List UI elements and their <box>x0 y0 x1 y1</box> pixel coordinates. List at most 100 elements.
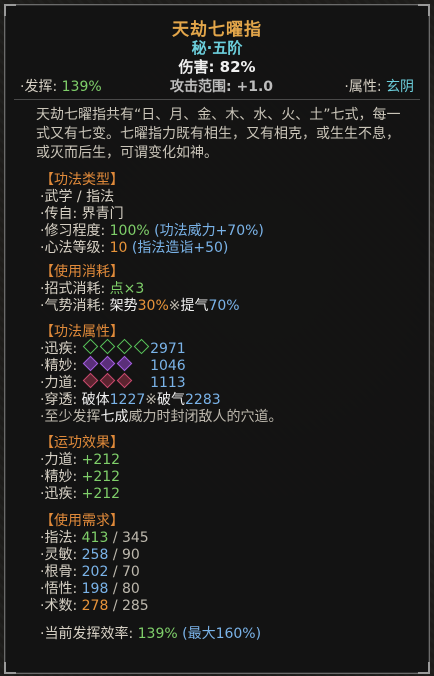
performance-value: 139% <box>61 79 102 95</box>
req-threshold: / 90 <box>112 547 140 563</box>
req-threshold: / 345 <box>112 530 149 546</box>
cultivation-value: 100% <box>109 223 150 239</box>
performance-stat: ·发挥: 139% <box>20 76 102 96</box>
req-row: ·悟性: 198 / 80 <box>40 581 149 598</box>
section-header: 【功法类型】 <box>40 172 124 188</box>
pierce-a-label: 破体 <box>81 392 110 408</box>
section-header: 【运功效果】 <box>40 435 124 451</box>
tooltip-corner <box>418 662 430 674</box>
req-label: ·根骨: <box>40 564 78 580</box>
diamond-icon <box>116 372 132 389</box>
effect-label: ·迅疾: <box>40 486 78 502</box>
diamond-icon <box>99 372 115 389</box>
req-label: ·术数: <box>40 598 78 614</box>
req-value: 413 <box>81 530 109 546</box>
heart-label: ·心法等级: <box>40 240 106 256</box>
effect-row: ·力道: +212 <box>40 452 124 469</box>
req-row: ·根骨: 202 / 70 <box>40 564 149 581</box>
attack-range: 攻击范围: +1.0 <box>170 79 274 95</box>
qi-b-value: 70% <box>208 298 240 314</box>
pierce-b-label: 破气 <box>157 392 185 408</box>
section-header: 【功法属性】 <box>40 324 124 340</box>
cultivation-label: ·修习程度: <box>40 223 106 239</box>
heart-value: 10 <box>109 240 128 256</box>
req-threshold: / 285 <box>112 598 149 614</box>
moves-cost-value: 点×3 <box>109 281 145 297</box>
qi-b-label: 提气 <box>180 298 209 314</box>
req-row: ·灵敏: 258 / 90 <box>40 547 149 564</box>
qi-cost-line: ·气势消耗: 架势30%※提气70% <box>40 298 240 315</box>
effect-value: +212 <box>81 469 121 485</box>
effect-key: 七成 <box>100 409 129 425</box>
effect-label: ·精妙: <box>40 469 78 485</box>
req-value: 258 <box>81 547 109 563</box>
effect-post: 威力时封闭敌人的穴道。 <box>128 409 283 425</box>
moves-cost-label: ·招式消耗: <box>40 281 106 297</box>
qi-separator: ※ <box>168 298 181 314</box>
req-label: ·指法: <box>40 530 78 546</box>
efficiency-label: ·当前发挥效率: <box>40 626 134 642</box>
effect-row: ·精妙: +212 <box>40 469 124 486</box>
diamond-icon <box>116 355 132 372</box>
req-value: 278 <box>81 598 109 614</box>
diamond-icon <box>116 338 132 355</box>
attribute-label: ·属性: <box>344 79 382 95</box>
qi-a-value: 30% <box>137 298 169 314</box>
req-row: ·术数: 278 / 285 <box>40 598 149 615</box>
category-line: ·武学 / 指法 <box>40 189 115 205</box>
strength-diamonds <box>82 372 146 392</box>
attr-label: ·精妙: <box>40 358 78 374</box>
effect-label: ·力道: <box>40 452 78 468</box>
req-threshold: / 80 <box>112 581 140 597</box>
effect-pre: ·至少发挥 <box>40 409 101 425</box>
cost-section: 【使用消耗】 ·招式消耗: 点×3 ·气势消耗: 架势30%※提气70% <box>40 264 240 315</box>
diamond-icon <box>82 355 98 372</box>
heart-line: ·心法等级: 10 (指法造诣+50) <box>40 240 264 257</box>
diamond-icon <box>99 338 115 355</box>
source-line: ·传自: 界青门 <box>40 206 124 222</box>
divider <box>14 99 420 100</box>
attribute-section: 【功法属性】 ·迅疾: 2971 ·精妙: 1046 ·力道: 1113 ·穿透… <box>40 324 282 426</box>
attribute-stat: ·属性: 玄阴 <box>344 76 414 96</box>
attr-row: ·迅疾: 2971 <box>40 338 282 358</box>
req-value: 198 <box>81 581 109 597</box>
pierce-line: ·穿透: 破体1227※破气2283 <box>40 392 282 409</box>
skill-description: 天劫七曜指共有“日、月、金、木、水、火、土”七式，每一式又有七变。七曜指力既有相… <box>36 107 401 161</box>
diamond-icon <box>133 338 149 355</box>
type-section: 【功法类型】 ·武学 / 指法 ·传自: 界青门 ·修习程度: 100% (功法… <box>40 172 264 257</box>
attr-label: ·迅疾: <box>40 341 78 357</box>
effect-line: ·至少发挥七成威力时封闭敌人的穴道。 <box>40 409 282 426</box>
attr-value: 2971 <box>150 341 186 357</box>
req-row: ·指法: 413 / 345 <box>40 530 149 547</box>
req-label: ·悟性: <box>40 581 78 597</box>
speed-diamonds <box>82 338 149 358</box>
efficiency-line: ·当前发挥效率: 139% (最大160%) <box>40 626 261 643</box>
effect-value: +212 <box>81 452 121 468</box>
attr-value: 1046 <box>150 358 186 374</box>
req-label: ·灵敏: <box>40 547 78 563</box>
qi-cost-label: ·气势消耗: <box>40 298 106 314</box>
finesse-diamonds <box>82 355 146 375</box>
pierce-separator: ※ <box>145 392 157 408</box>
diamond-icon <box>82 372 98 389</box>
effect-row: ·迅疾: +212 <box>40 486 124 503</box>
diamond-icon <box>99 355 115 372</box>
pierce-label: ·穿透: <box>40 392 78 408</box>
moves-cost-line: ·招式消耗: 点×3 <box>40 281 240 298</box>
attr-value: 1113 <box>150 375 186 391</box>
req-threshold: / 70 <box>112 564 140 580</box>
effect-value: +212 <box>81 486 121 502</box>
tooltip-corner <box>4 662 16 674</box>
attr-row: ·力道: 1113 <box>40 372 282 392</box>
skill-damage: 伤害: 82% <box>178 58 256 76</box>
stat-row: ·发挥: 139% 攻击范围: +1.0 ·属性: 玄阴 <box>14 76 420 96</box>
attribute-value: 玄阴 <box>386 79 414 95</box>
heart-bonus: (指法造诣+50) <box>131 240 229 256</box>
cultivation-bonus: (功法威力+70%) <box>154 223 264 239</box>
section-header: 【使用需求】 <box>40 513 124 529</box>
diamond-icon <box>82 338 98 355</box>
qi-a-label: 架势 <box>109 298 138 314</box>
attr-row: ·精妙: 1046 <box>40 355 282 375</box>
performance-label: ·发挥: <box>20 79 58 95</box>
skill-rank: 秘·五阶 <box>191 39 243 57</box>
